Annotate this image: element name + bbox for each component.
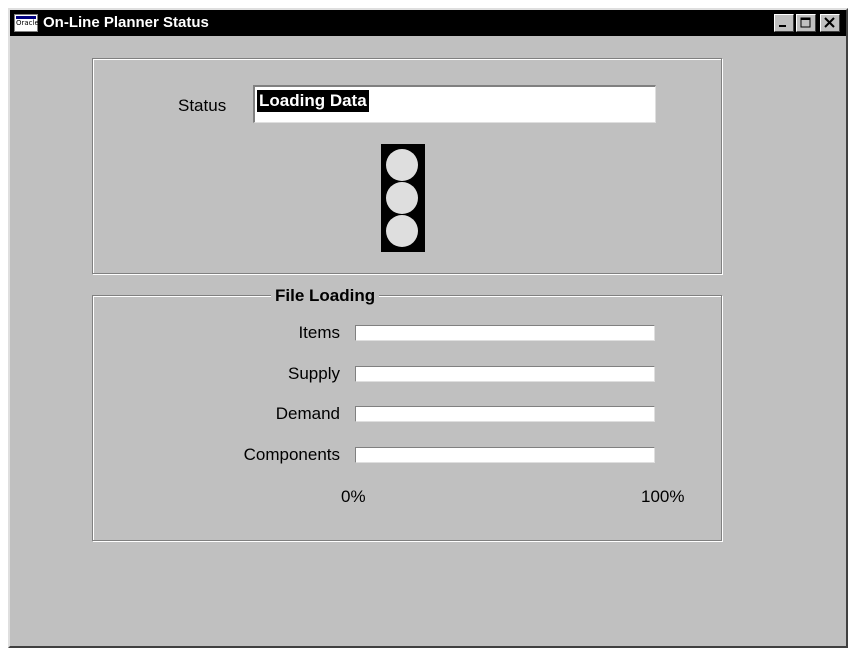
status-field[interactable]: Loading Data: [253, 85, 656, 123]
items-progress-bar: [355, 325, 655, 341]
app-icon-label: Oracle: [16, 19, 39, 27]
planner-status-window: Oracle On-Line Planner Status Status Loa…: [8, 8, 848, 648]
traffic-light-middle-lamp: [386, 182, 418, 214]
file-loading-panel: File Loading Items Supply Demand Compone…: [92, 285, 722, 541]
status-value: Loading Data: [257, 90, 369, 112]
supply-label: Supply: [288, 364, 340, 383]
scale-min-label: 0%: [341, 487, 366, 506]
components-progress-bar: [355, 447, 655, 463]
minimize-icon: [779, 25, 786, 27]
traffic-light-top-lamp: [386, 149, 418, 181]
title-bar[interactable]: Oracle On-Line Planner Status: [10, 10, 846, 36]
items-label: Items: [298, 323, 340, 342]
traffic-light-indicator: [381, 144, 425, 252]
status-panel: Status Loading Data: [92, 58, 722, 274]
maximize-button[interactable]: [796, 14, 816, 32]
maximize-icon: [800, 17, 811, 28]
demand-progress-bar: [355, 406, 655, 422]
file-loading-title: File Loading: [271, 285, 380, 307]
traffic-light-bottom-lamp: [386, 215, 418, 247]
close-icon: [824, 17, 835, 28]
supply-progress-bar: [355, 366, 655, 382]
window-title: On-Line Planner Status: [43, 14, 209, 31]
close-button[interactable]: [820, 14, 840, 32]
demand-label: Demand: [275, 404, 340, 423]
status-label: Status: [178, 96, 227, 115]
oracle-app-icon[interactable]: Oracle: [14, 14, 39, 32]
minimize-button[interactable]: [774, 14, 794, 32]
components-label: Components: [243, 445, 340, 464]
scale-max-label: 100%: [641, 487, 685, 506]
